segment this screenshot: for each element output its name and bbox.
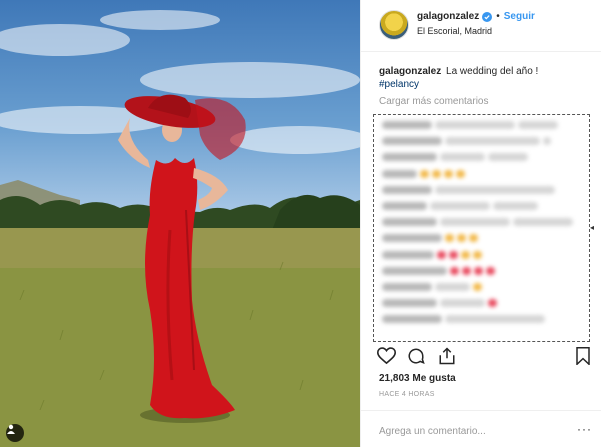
comment-input[interactable] — [379, 426, 559, 437]
resize-handle-icon[interactable]: ◂ — [590, 223, 596, 232]
caption-hashtag[interactable]: #pelancy — [379, 79, 419, 90]
list-item — [382, 185, 581, 194]
list-item — [382, 153, 581, 162]
load-more-comments-button[interactable]: Cargar más comentarios — [361, 91, 601, 107]
list-item — [382, 250, 581, 259]
list-item — [382, 266, 581, 275]
list-item — [382, 218, 581, 227]
photo-illustration — [0, 10, 360, 447]
list-item — [382, 121, 581, 129]
post-timestamp[interactable]: HACE 4 HORAS — [379, 391, 435, 398]
caption-text: La wedding del año ! — [446, 66, 539, 77]
list-item — [382, 282, 581, 291]
caption-username[interactable]: galagonzalez — [379, 66, 441, 77]
follow-button[interactable]: Seguir — [504, 11, 535, 22]
list-item — [382, 201, 581, 210]
list-item — [382, 234, 581, 243]
comment-icon[interactable] — [407, 347, 425, 365]
separator-dot: • — [496, 11, 500, 22]
post-caption: galagonzalez La wedding del año ! #pelan… — [361, 52, 601, 91]
post-actions — [377, 347, 591, 365]
post-header: galagonzalez • Seguir El Escorial, Madri… — [361, 0, 601, 52]
more-options-icon[interactable]: ··· — [577, 422, 592, 436]
comment-form: ··· — [361, 410, 601, 447]
list-item — [382, 315, 581, 324]
list-item — [382, 137, 581, 146]
list-item — [382, 169, 581, 178]
verified-icon — [482, 11, 493, 22]
post-location[interactable]: El Escorial, Madrid — [417, 26, 535, 36]
bookmark-icon[interactable] — [575, 347, 591, 365]
post-username[interactable]: galagonzalez — [417, 11, 479, 22]
avatar[interactable] — [379, 10, 409, 40]
share-icon[interactable] — [438, 347, 456, 365]
list-item — [382, 299, 581, 308]
like-count[interactable]: 21,803 Me gusta — [379, 373, 456, 384]
post-side-panel: galagonzalez • Seguir El Escorial, Madri… — [360, 0, 601, 447]
heart-icon[interactable] — [377, 347, 396, 365]
user-tag-icon[interactable] — [6, 424, 24, 442]
post-photo[interactable] — [0, 0, 360, 447]
blurred-comments-list: ◂ — [373, 114, 594, 342]
